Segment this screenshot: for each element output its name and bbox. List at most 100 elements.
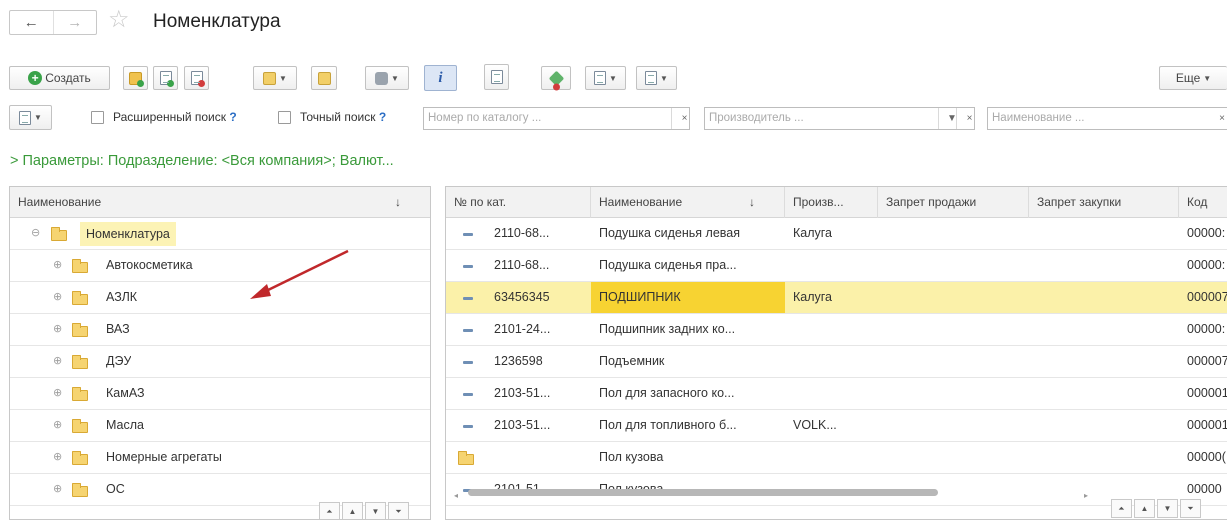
column-header[interactable]: Запрет продажи bbox=[878, 187, 1029, 218]
create-button[interactable]: + Создать bbox=[9, 66, 110, 90]
scroll-top-icon[interactable]: ⏶ bbox=[319, 502, 340, 519]
cell-name: Подъемник bbox=[599, 354, 665, 368]
tree-item[interactable]: ⊕ Номерные агрегаты bbox=[10, 442, 430, 474]
history-nav: ← → bbox=[9, 10, 97, 35]
column-header[interactable]: Произв... bbox=[785, 187, 878, 218]
table-row[interactable]: 2101-24... Подшипник задних ко... 00000: bbox=[446, 314, 1227, 346]
folder-icon bbox=[72, 259, 88, 273]
price-tag-icon bbox=[548, 70, 564, 92]
tree-item[interactable]: ⊕ Автокосметика bbox=[10, 250, 430, 282]
expand-icon[interactable]: ⊕ bbox=[53, 378, 62, 409]
manufacturer-input[interactable]: Производитель ... ▼ × bbox=[704, 107, 975, 130]
price-button[interactable] bbox=[541, 66, 571, 92]
annotation-arrow bbox=[250, 249, 349, 299]
horizontal-scrollbar[interactable]: ◂ ▸ bbox=[454, 488, 1094, 500]
name-search-input[interactable]: Наименование ... × bbox=[987, 107, 1227, 130]
parameters-link[interactable]: > Параметры: Подразделение: <Вся компани… bbox=[10, 152, 394, 170]
create-group-button[interactable] bbox=[123, 66, 148, 90]
chevron-down-icon[interactable]: ▼ bbox=[938, 108, 956, 129]
exact-search-checkbox[interactable] bbox=[278, 111, 291, 124]
cell-code: 00000: bbox=[1187, 226, 1226, 240]
table-row[interactable]: Пол кузова 00000( bbox=[446, 442, 1227, 474]
cell-maker: Калуга bbox=[793, 290, 833, 304]
column-header-label: № по кат. bbox=[454, 195, 507, 209]
scroll-up-icon[interactable]: ▲ bbox=[1134, 499, 1155, 518]
expand-icon[interactable]: ⊕ bbox=[53, 250, 62, 281]
print-button[interactable]: ▼ bbox=[365, 66, 409, 90]
table-row[interactable]: 1236598 Подъемник 000007 bbox=[446, 346, 1227, 378]
table-row[interactable]: 2103-51... Пол для запасного ко... 000001 bbox=[446, 378, 1227, 410]
favorite-star-icon[interactable]: ☆ bbox=[108, 8, 130, 32]
cell-code: 00000( bbox=[1187, 450, 1226, 464]
tree-item-label: ОС bbox=[106, 482, 125, 496]
delete-mark-button[interactable] bbox=[184, 66, 209, 90]
tree-item[interactable]: ⊕ ВАЗ bbox=[10, 314, 430, 346]
info-button[interactable]: i bbox=[424, 65, 457, 91]
table-row[interactable]: 2103-51... Пол для топливного б... VOLK...… bbox=[446, 410, 1227, 442]
table-row[interactable]: 2110-68... Подушка сиденья пра... 00000: bbox=[446, 250, 1227, 282]
cell-name: Пол для топливного б... bbox=[599, 418, 737, 432]
cell-name: Пол кузова bbox=[599, 450, 664, 464]
column-header[interactable]: № по кат. bbox=[446, 187, 591, 218]
expand-icon[interactable]: ⊕ bbox=[53, 346, 62, 377]
move-to-group-button[interactable] bbox=[311, 66, 337, 90]
cell-cat: 2101-24... bbox=[494, 322, 551, 336]
cell-cat bbox=[486, 442, 591, 473]
expand-icon[interactable]: ⊕ bbox=[53, 282, 62, 313]
expand-icon[interactable]: ⊕ bbox=[53, 474, 62, 505]
tree-item[interactable]: ⊕ Масла bbox=[10, 410, 430, 442]
tree-item[interactable]: ⊕ АЗЛК bbox=[10, 282, 430, 314]
clear-icon[interactable]: × bbox=[956, 108, 974, 129]
cell-name: Пол для запасного ко... bbox=[599, 386, 735, 400]
forward-button[interactable]: → bbox=[52, 11, 97, 34]
clear-icon[interactable]: × bbox=[671, 108, 689, 129]
chart-reports-button[interactable]: ▼ bbox=[636, 66, 677, 90]
column-header[interactable]: Код bbox=[1179, 187, 1227, 218]
table-header: № по кат. Наименование ↓ Произв... Запрет пр… bbox=[446, 187, 1227, 218]
expand-icon[interactable]: ⊕ bbox=[53, 442, 62, 473]
item-icon bbox=[463, 361, 473, 364]
tree-root-row[interactable]: ⊖ Номенклатура bbox=[10, 218, 430, 250]
cell-name: Подшипник задних ко... bbox=[599, 322, 736, 336]
hierarchy-button[interactable]: ▼ bbox=[253, 66, 297, 90]
table-row[interactable]: 2110-68... Подушка сиденья левая Калуга 000… bbox=[446, 218, 1227, 250]
expand-icon[interactable]: ⊕ bbox=[53, 314, 62, 345]
scroll-up-icon[interactable]: ▲ bbox=[342, 502, 363, 519]
copy-button[interactable] bbox=[153, 66, 178, 90]
item-icon bbox=[463, 425, 473, 428]
scroll-down-icon[interactable]: ▼ bbox=[1157, 499, 1178, 518]
more-button[interactable]: Еще ▼ bbox=[1159, 66, 1227, 90]
cell-cat: 2110-68... bbox=[494, 258, 550, 272]
cell-code: 00000: bbox=[1187, 258, 1226, 272]
cell-name: Подушка сиденья левая bbox=[599, 226, 741, 240]
item-icon bbox=[463, 393, 473, 396]
tree-item[interactable]: ⊕ КамАЗ bbox=[10, 378, 430, 410]
expand-icon[interactable]: ⊕ bbox=[53, 410, 62, 441]
catalog-number-input[interactable]: Номер по каталогу ... × bbox=[423, 107, 690, 130]
tree-item[interactable]: ⊕ ДЭУ bbox=[10, 346, 430, 378]
create-button-label: Создать bbox=[45, 71, 91, 85]
scroll-top-icon[interactable]: ⏶ bbox=[1111, 499, 1132, 518]
folder-icon bbox=[51, 227, 67, 241]
scroll-bottom-icon[interactable]: ⏷ bbox=[1180, 499, 1201, 518]
column-header[interactable]: Наименование ↓ bbox=[591, 187, 785, 218]
tree-item-label: Масла bbox=[106, 418, 145, 432]
extended-search-checkbox[interactable] bbox=[91, 111, 104, 124]
item-icon bbox=[463, 297, 473, 300]
tree-item-label: АЗЛК bbox=[106, 290, 138, 304]
cell-maker bbox=[785, 442, 878, 473]
column-header[interactable]: Запрет закупки bbox=[1029, 187, 1179, 218]
search-mode-button[interactable]: ▼ bbox=[9, 105, 52, 130]
clear-icon[interactable]: × bbox=[1209, 108, 1227, 129]
collapse-icon[interactable]: ⊖ bbox=[31, 218, 40, 249]
scroll-down-icon[interactable]: ▼ bbox=[365, 502, 386, 519]
table-row[interactable]: 63456345 ПОДШИПНИК Калуга 000007 bbox=[446, 282, 1227, 314]
item-icon bbox=[463, 233, 473, 236]
back-button[interactable]: ← bbox=[10, 11, 53, 34]
tree-column-name[interactable]: Наименование ↓ bbox=[10, 187, 430, 218]
reports-button[interactable]: ▼ bbox=[585, 66, 626, 90]
folder-icon bbox=[72, 419, 88, 433]
search-window-button[interactable] bbox=[484, 64, 509, 90]
cell-maker bbox=[785, 346, 878, 377]
scroll-bottom-icon[interactable]: ⏷ bbox=[388, 502, 409, 519]
